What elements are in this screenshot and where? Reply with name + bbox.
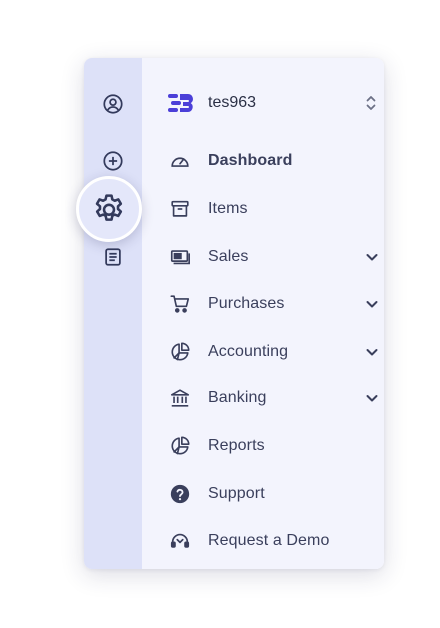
chevron-down-icon[interactable]: [364, 296, 380, 312]
headset-icon: [168, 529, 192, 553]
organization-name: tes963: [208, 94, 257, 111]
main-menu: tes963 Dashboard Items Sales Purchases A…: [142, 58, 384, 569]
menu-item-accounting[interactable]: Accounting: [168, 335, 380, 369]
menu-item-label: Purchases: [208, 295, 285, 312]
pie-chart-icon: [168, 340, 192, 364]
organization-switcher[interactable]: tes963: [168, 88, 378, 118]
chevron-up-down-icon[interactable]: [364, 94, 378, 112]
menu-item-label: Support: [208, 485, 265, 502]
menu-item-label: Request a Demo: [208, 532, 330, 549]
question-circle-icon: [168, 482, 192, 506]
chevron-down-icon[interactable]: [364, 344, 380, 360]
menu-item-sales[interactable]: Sales: [168, 240, 380, 274]
icon-rail: [76, 58, 142, 569]
menu-item-items[interactable]: Items: [168, 192, 380, 226]
chevron-down-icon[interactable]: [364, 249, 380, 265]
cart-icon: [168, 292, 192, 316]
navigation-panel: tes963 Dashboard Items Sales Purchases A…: [76, 58, 384, 569]
menu-item-purchases[interactable]: Purchases: [168, 287, 380, 321]
new-button[interactable]: [99, 147, 127, 175]
menu-item-banking[interactable]: Banking: [168, 381, 380, 415]
menu-item-label: Dashboard: [208, 152, 293, 169]
plus-circle-icon: [103, 151, 123, 171]
menu-item-dashboard[interactable]: Dashboard: [168, 144, 380, 178]
gear-icon: [95, 194, 123, 221]
menu-item-request-demo[interactable]: Request a Demo: [168, 524, 380, 558]
document-icon: [105, 248, 121, 266]
menu-item-reports[interactable]: Reports: [168, 429, 380, 463]
archive-box-icon: [168, 197, 192, 221]
documents-button[interactable]: [99, 243, 127, 271]
settings-button[interactable]: [76, 176, 142, 242]
menu-item-label: Banking: [208, 389, 267, 406]
profile-button[interactable]: [99, 90, 127, 118]
cash-icon: [168, 245, 192, 269]
chevron-down-icon[interactable]: [364, 390, 380, 406]
menu-item-label: Items: [208, 200, 248, 217]
pie-chart-icon: [168, 434, 192, 458]
menu-item-support[interactable]: Support: [168, 477, 380, 511]
menu-item-label: Sales: [208, 248, 249, 265]
speedometer-icon: [168, 149, 192, 173]
bank-icon: [168, 386, 192, 410]
menu-item-label: Reports: [208, 437, 265, 454]
menu-item-label: Accounting: [208, 343, 289, 360]
brand-logo-icon: [168, 91, 196, 115]
user-circle-icon: [103, 94, 123, 114]
